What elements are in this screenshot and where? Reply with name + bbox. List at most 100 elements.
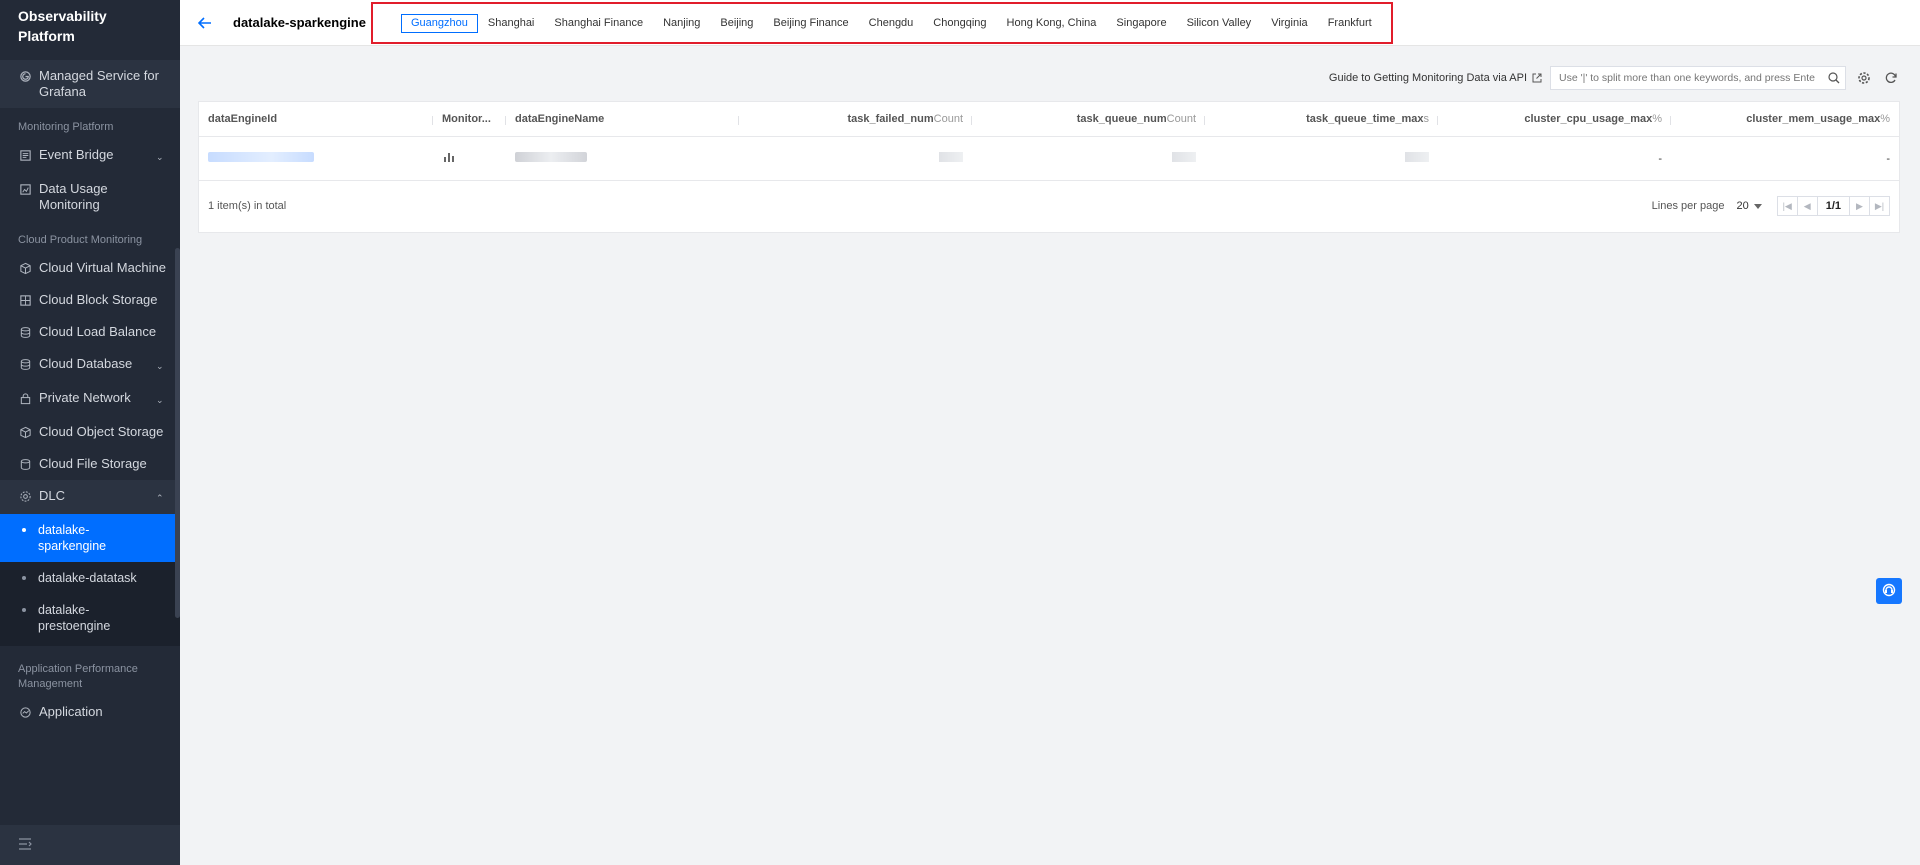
database-icon (18, 325, 32, 339)
cell-monitor (433, 151, 506, 166)
main-content: Guide to Getting Monitoring Data via API… (180, 46, 1920, 865)
sidebar-item-dlc[interactable]: DLC ⌃ (0, 480, 180, 514)
sidebar-item-label: Cloud Virtual Machine (39, 260, 166, 275)
region-tab[interactable]: Hong Kong, China (997, 14, 1107, 33)
sidebar-item-event-bridge[interactable]: Event Bridge ⌄ (0, 139, 180, 173)
column-header[interactable]: task_queue_numCount (972, 113, 1205, 125)
column-header[interactable]: task_failed_numCount (739, 113, 972, 125)
brand-title: Observability Platform (18, 8, 107, 44)
last-page-button[interactable]: ▶| (1869, 196, 1890, 216)
lines-per-page-label: Lines per page (1651, 200, 1725, 212)
collapse-menu-icon[interactable] (18, 837, 32, 853)
region-tab[interactable]: Chengdu (859, 14, 924, 33)
column-header[interactable]: dataEngineName (506, 113, 739, 125)
region-tab[interactable]: Silicon Valley (1177, 14, 1262, 33)
sidebar-item-label: Event Bridge (39, 147, 114, 162)
gear-icon[interactable] (1855, 69, 1873, 87)
column-unit: Count (1166, 113, 1196, 125)
region-tab[interactable]: Nanjing (653, 14, 710, 33)
lock-icon (18, 391, 32, 405)
search-input[interactable] (1551, 67, 1823, 89)
page-size-value: 20 (1736, 200, 1749, 212)
pagination: Lines per page 20 |◀ ◀ 1/1 ▶ ▶| (1652, 196, 1890, 216)
table-row: - - (199, 137, 1899, 181)
page-size-select[interactable]: 20 (1736, 200, 1762, 212)
section-cloud-product-monitoring: Cloud Product Monitoring (18, 234, 143, 246)
sidebar-item-cfs[interactable]: Cloud File Storage (0, 448, 180, 480)
column-header[interactable]: Monitor... (433, 113, 506, 125)
first-page-button[interactable]: |◀ (1776, 196, 1798, 216)
toolbar: Guide to Getting Monitoring Data via API (1329, 65, 1900, 91)
cell-data-engine-name (506, 152, 739, 165)
prev-page-button[interactable]: ◀ (1796, 196, 1818, 216)
column-name: cluster_cpu_usage_max (1524, 113, 1653, 125)
back-arrow-icon[interactable] (195, 13, 215, 33)
region-tab[interactable]: Virginia (1261, 14, 1318, 33)
column-name: cluster_mem_usage_max (1746, 113, 1881, 125)
sidebar-item-label: datalake-datatask (38, 571, 137, 585)
region-tab[interactable]: Shanghai Finance (544, 14, 653, 33)
section-monitoring-platform: Monitoring Platform (18, 121, 114, 133)
page-indicator: 1/1 (1816, 196, 1850, 216)
cell-cluster-mem-usage-max: - (1886, 152, 1890, 165)
page-header: datalake-sparkengine Guangzhou Shanghai Sh… (180, 0, 1920, 46)
sidebar-item-cdb[interactable]: Cloud Database ⌄ (0, 348, 180, 382)
sidebar-item-grafana[interactable]: Managed Service for Grafana (0, 60, 180, 108)
region-tab[interactable]: Beijing (710, 14, 763, 33)
sidebar-item-cvm[interactable]: Cloud Virtual Machine (0, 252, 180, 284)
cell-cluster-cpu-usage-max: - (1658, 152, 1662, 165)
region-tab[interactable]: Beijing Finance (763, 14, 858, 33)
grafana-icon (18, 69, 32, 83)
bar-chart-icon[interactable] (442, 153, 456, 166)
region-tab[interactable]: Shanghai (478, 14, 545, 33)
sidebar-item-cbs[interactable]: Cloud Block Storage (0, 284, 180, 316)
sidebar-nav: Managed Service for Grafana Monitoring P… (0, 60, 180, 825)
sidebar-item-datalake-sparkengine[interactable]: datalake-sparkengine (0, 514, 180, 562)
cell-task-failed-num (739, 152, 972, 165)
region-tab[interactable]: Guangzhou (401, 14, 478, 33)
region-tab[interactable]: Frankfurt (1318, 14, 1382, 33)
column-name: Monitor... (442, 113, 491, 125)
sidebar-item-label: Cloud File Storage (39, 456, 147, 471)
total-count: 1 item(s) in total (208, 200, 287, 212)
sidebar-item-label: Cloud Object Storage (39, 424, 164, 439)
support-icon (1882, 583, 1896, 600)
database-icon (18, 457, 32, 471)
column-header[interactable]: task_queue_time_maxs (1205, 113, 1438, 125)
sidebar-item-private-network[interactable]: Private Network ⌄ (0, 382, 180, 416)
sidebar-item-clb[interactable]: Cloud Load Balance (0, 316, 180, 348)
sidebar-item-datalake-prestoengine[interactable]: datalake-prestoengine (0, 594, 180, 646)
sidebar-item-label: Data Usage Monitoring (39, 181, 108, 212)
column-header[interactable]: cluster_mem_usage_max% (1671, 113, 1899, 125)
chevron-down-icon: ⌄ (156, 395, 164, 405)
api-guide-label: Guide to Getting Monitoring Data via API (1328, 72, 1527, 84)
redacted-engine-name (515, 152, 587, 162)
redacted-engine-id[interactable] (208, 152, 314, 162)
redacted-value (1405, 152, 1429, 162)
column-unit: Count (933, 113, 963, 125)
cell-task-queue-num (972, 152, 1205, 165)
column-header[interactable]: cluster_cpu_usage_max% (1438, 113, 1671, 125)
region-tab[interactable]: Singapore (1106, 14, 1176, 33)
column-unit: % (1880, 113, 1890, 125)
refresh-icon[interactable] (1882, 69, 1900, 87)
sidebar-item-cos[interactable]: Cloud Object Storage (0, 416, 180, 448)
column-header[interactable]: dataEngineId (199, 113, 433, 125)
cube-icon (18, 425, 32, 439)
sidebar-item-label: Cloud Database (39, 356, 133, 371)
cell-data-engine-id[interactable] (199, 152, 433, 165)
page-title: datalake-sparkengine (233, 15, 366, 30)
sidebar-item-label: datalake-sparkengine (38, 523, 107, 553)
help-float-button[interactable] (1876, 578, 1902, 604)
search-icon[interactable] (1823, 72, 1845, 84)
region-tab[interactable]: Chongqing (923, 14, 996, 33)
sidebar-item-data-usage[interactable]: Data Usage Monitoring (0, 173, 180, 221)
sidebar-item-label: Cloud Load Balance (39, 324, 157, 339)
sidebar-item-application[interactable]: Application (0, 696, 180, 728)
api-guide-link[interactable]: Guide to Getting Monitoring Data via API (1329, 72, 1542, 84)
sidebar-item-label: Private Network (39, 390, 131, 405)
next-page-button[interactable]: ▶ (1849, 196, 1870, 216)
data-table: dataEngineId Monitor... dataEngineName task… (198, 101, 1900, 233)
sidebar-item-datalake-datatask[interactable]: datalake-datatask (0, 562, 180, 594)
bullet-icon (22, 528, 26, 532)
